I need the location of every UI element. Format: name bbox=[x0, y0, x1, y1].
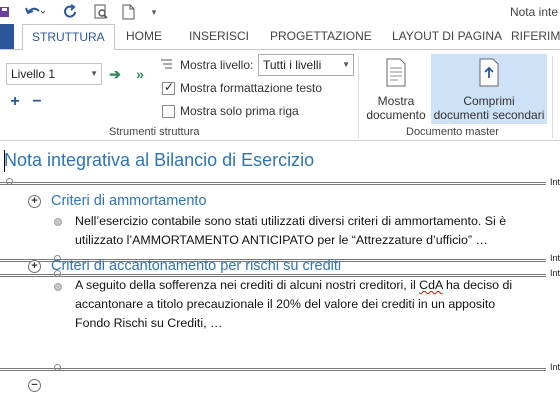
group-separator bbox=[552, 56, 553, 138]
tab-riferimenti[interactable]: RIFERIM bbox=[511, 24, 560, 49]
window-title: Nota inte bbox=[509, 5, 558, 19]
show-document-button[interactable]: Mostra documento bbox=[364, 54, 428, 124]
collapse-minus-icon[interactable]: − bbox=[30, 93, 44, 110]
body-paragraph: Nell’esercizio contabile sono stati util… bbox=[75, 212, 555, 250]
section-break bbox=[0, 182, 546, 185]
document-title: Nota integrativa al Bilancio di Esercizi… bbox=[4, 150, 315, 170]
group-label-master-document: Documento master bbox=[406, 126, 499, 138]
heading-criteri-ammortamento: Criteri di ammortamento bbox=[51, 193, 207, 209]
show-level-label: Mostra livello: bbox=[180, 58, 254, 72]
show-document-icon bbox=[384, 58, 408, 91]
chevron-down-icon: ▼ bbox=[90, 69, 98, 78]
body-line: accantonare a titolo precauzionale il 20… bbox=[75, 297, 496, 311]
body-text-bullet[interactable] bbox=[54, 283, 62, 291]
collapse-heading-icon[interactable]: − bbox=[28, 379, 41, 392]
show-document-label-line1: Mostra bbox=[377, 94, 415, 108]
body-text-bullet[interactable] bbox=[54, 218, 62, 226]
show-text-formatting-label: Mostra formattazione testo bbox=[180, 81, 323, 95]
redo-icon[interactable] bbox=[62, 3, 80, 21]
show-text-formatting-checkbox[interactable] bbox=[162, 80, 175, 95]
collapse-subdocuments-icon bbox=[477, 58, 501, 91]
heading-criteri-accantonamento: Criteri di accantonamento per rischi su … bbox=[51, 258, 342, 274]
document-area[interactable]: Nota integrativa al Bilancio di Esercizi… bbox=[0, 142, 560, 400]
body-text-span: ha deciso di bbox=[442, 278, 513, 292]
show-first-line-checkbox[interactable] bbox=[162, 105, 175, 118]
print-preview-icon[interactable] bbox=[92, 3, 110, 21]
show-level-value: Tutti i livelli bbox=[263, 58, 322, 72]
demote-arrow-icon[interactable]: ➔ bbox=[107, 65, 123, 83]
body-paragraph: A seguito della sofferenza nei crediti d… bbox=[75, 276, 555, 333]
collapse-subdocuments-button[interactable]: Comprimi documenti secondari bbox=[431, 54, 547, 124]
tab-layout-di-pagina[interactable]: LAYOUT DI PAGINA bbox=[392, 24, 502, 49]
ribbon-tabs: STRUTTURA HOME INSERISCI PROGETTAZIONE L… bbox=[0, 24, 560, 50]
new-document-icon[interactable] bbox=[120, 3, 136, 21]
file-tab[interactable] bbox=[0, 24, 14, 49]
group-label-outline-tools: Strumenti struttura bbox=[109, 126, 200, 138]
body-line: A seguito della sofferenza nei crediti d… bbox=[75, 276, 555, 295]
group-separator bbox=[358, 56, 359, 138]
tab-home[interactable]: HOME bbox=[126, 24, 162, 49]
expand-heading-icon[interactable]: + bbox=[28, 195, 41, 208]
expand-heading-icon[interactable]: + bbox=[28, 260, 41, 273]
section-break-label: Int bbox=[549, 177, 560, 187]
collapse-subdocuments-label-line1: Comprimi bbox=[463, 94, 515, 108]
tab-inserisci[interactable]: INSERISCI bbox=[189, 24, 249, 49]
show-level-select[interactable]: Tutti i livelli ▼ bbox=[258, 54, 354, 76]
ribbon: Livello 1 ▼ ➔ » + − Mostra livello: Tutt… bbox=[0, 49, 560, 141]
quick-access-toolbar: ▾ Nota inte bbox=[0, 0, 560, 24]
spelling-error-word[interactable]: CdA bbox=[419, 278, 442, 292]
show-level-icon bbox=[160, 58, 173, 71]
chevron-down-icon: ▼ bbox=[342, 60, 350, 69]
demote-to-body-icon[interactable]: » bbox=[132, 65, 148, 83]
save-icon[interactable] bbox=[0, 3, 10, 21]
tab-struttura[interactable]: STRUTTURA bbox=[22, 24, 115, 50]
undo-icon[interactable] bbox=[24, 3, 46, 21]
expand-plus-icon[interactable]: + bbox=[8, 93, 22, 110]
outline-level-select[interactable]: Livello 1 ▼ bbox=[6, 63, 102, 85]
show-document-label-line2: documento bbox=[366, 108, 426, 122]
body-line: utilizzato l’AMMORTAMENTO ANTICIPATO per… bbox=[75, 233, 488, 247]
collapse-subdocuments-label-line2: documenti secondari bbox=[433, 108, 545, 122]
body-line: Nell’esercizio contabile sono stati util… bbox=[75, 214, 507, 228]
tab-progettazione[interactable]: PROGETTAZIONE bbox=[270, 24, 372, 49]
customize-toolbar-icon[interactable]: ▾ bbox=[148, 3, 160, 21]
outline-level-value: Livello 1 bbox=[11, 67, 56, 81]
section-break bbox=[0, 368, 546, 371]
section-break-label: Int bbox=[549, 253, 560, 263]
body-line: Fondo Rischi su Crediti, … bbox=[75, 316, 223, 330]
show-first-line-label: Mostra solo prima riga bbox=[180, 104, 299, 118]
section-break-label: Int bbox=[549, 362, 560, 372]
body-text-span: A seguito della sofferenza nei crediti d… bbox=[75, 278, 420, 292]
